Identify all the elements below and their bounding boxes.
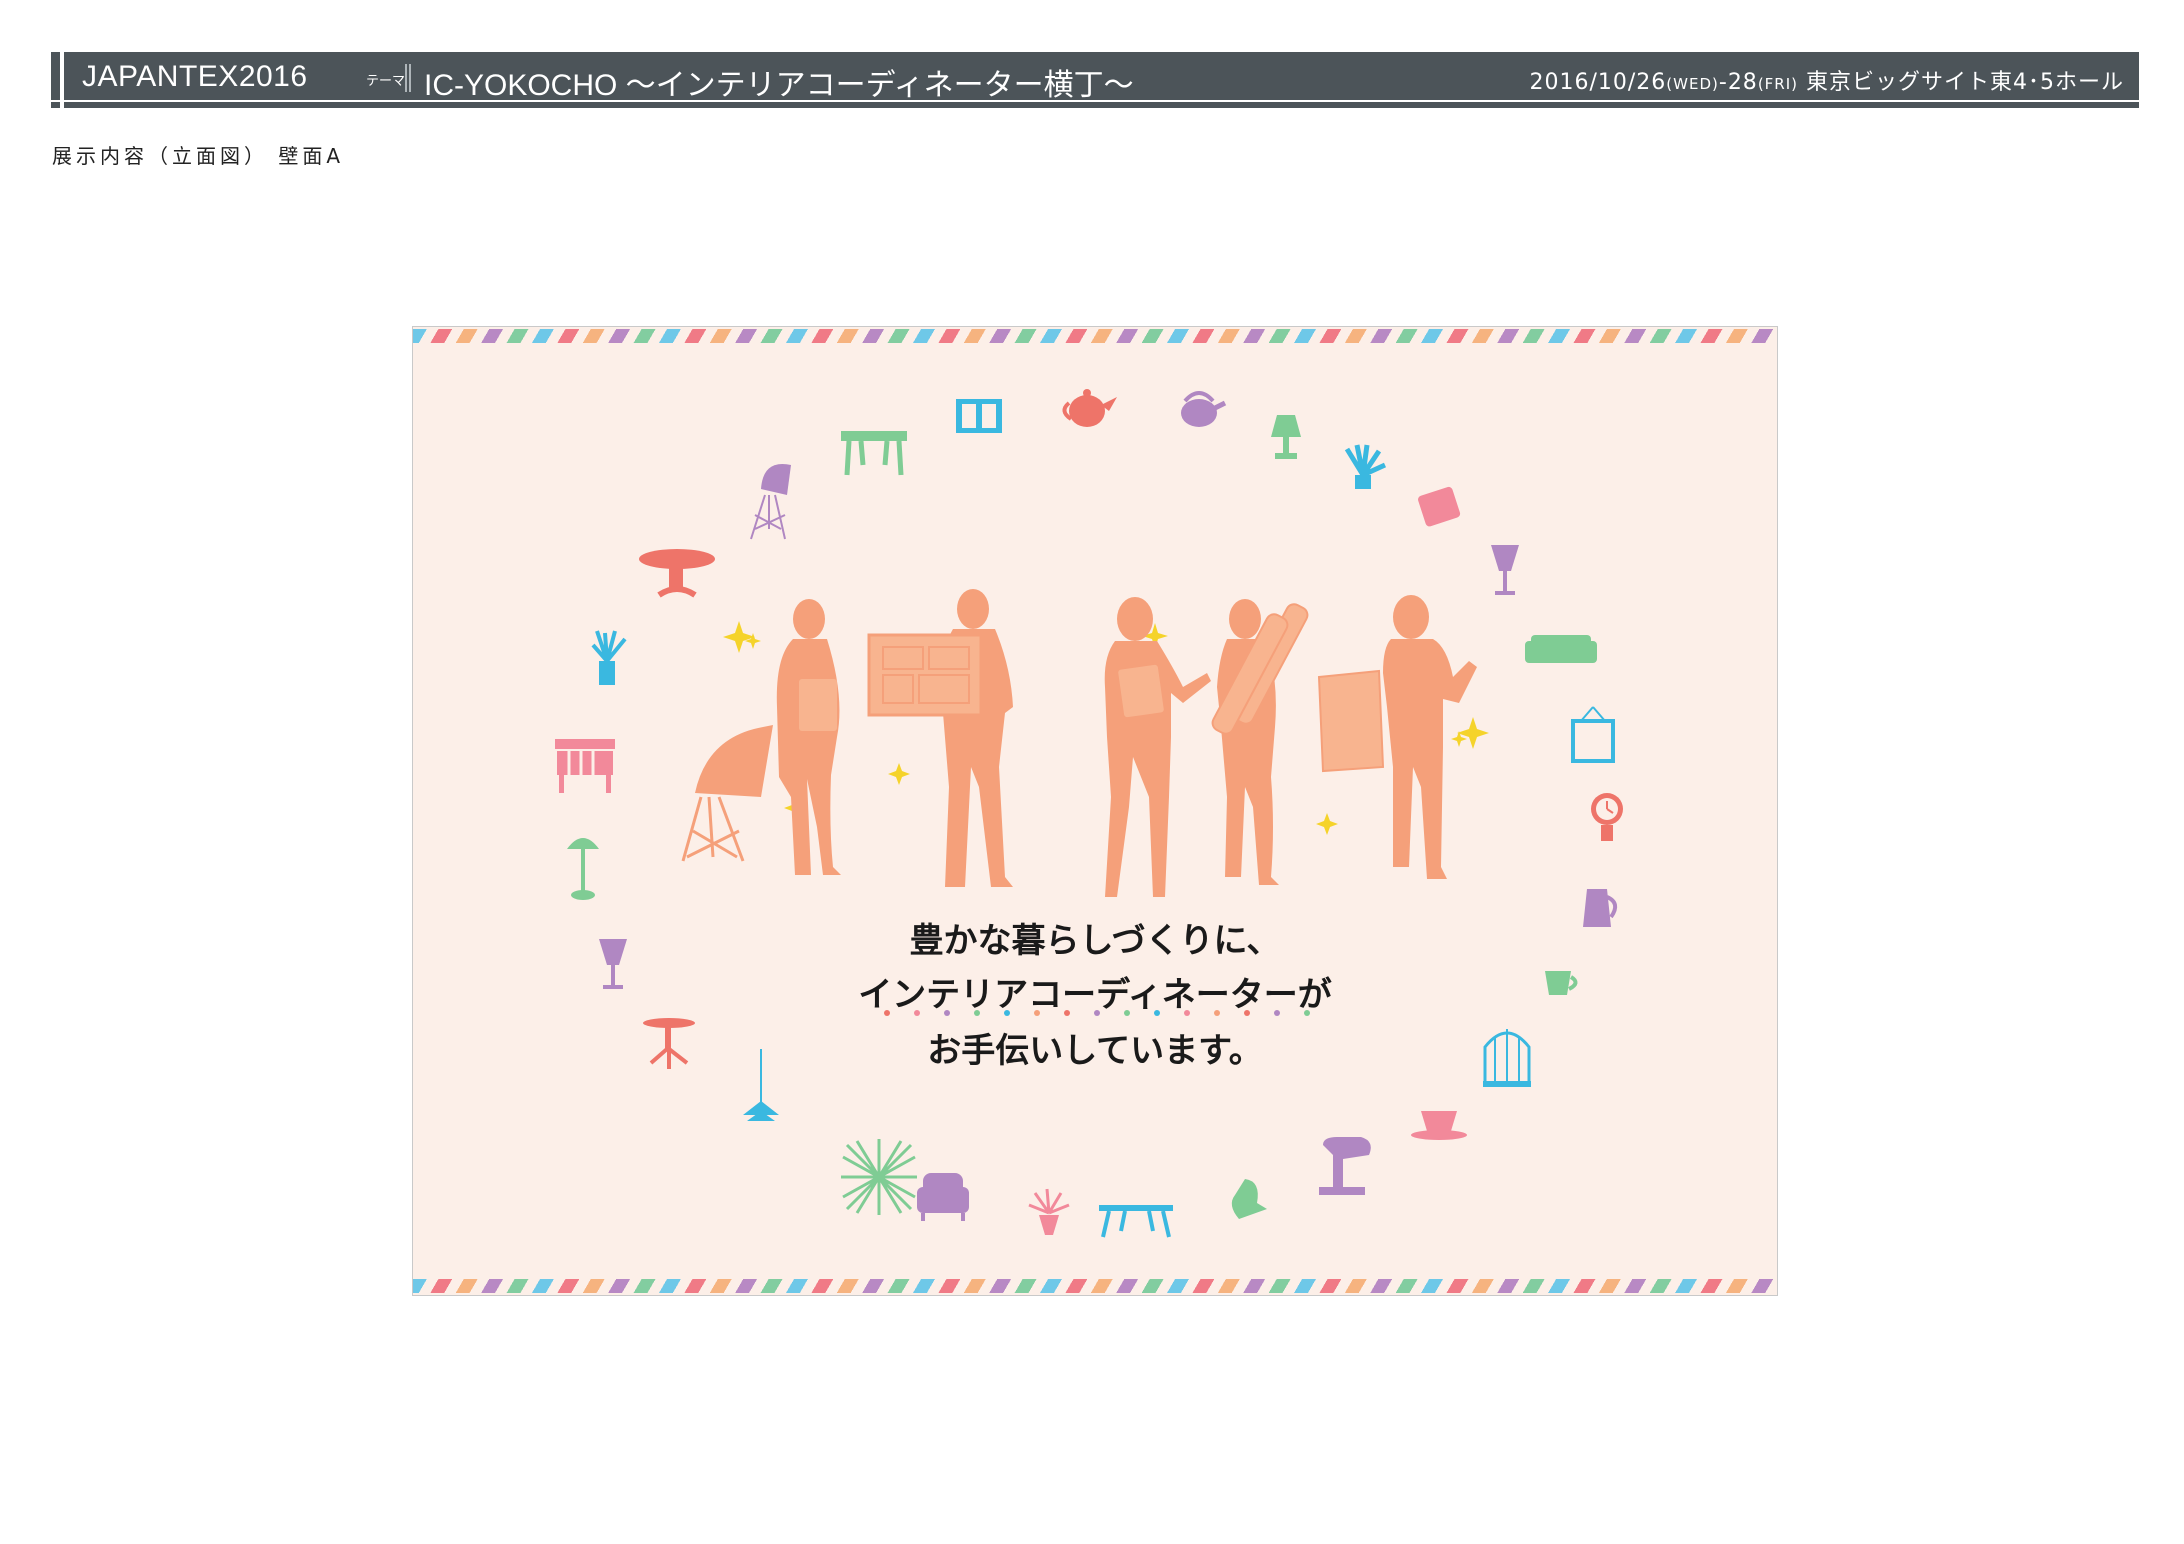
table-icon [841,431,907,476]
plant-icon [1344,444,1387,489]
plant-icon [591,630,627,685]
dresser-icon [555,739,615,793]
event-date: 2016/10/26(WED)-28(FRI) 東京ビッグサイト東4･5ホール [1529,64,2124,96]
event-title: JAPANTEX2016 [82,60,308,93]
table-icon [639,549,715,598]
wine-glass-icon [1491,545,1519,595]
message-line-3: お手伝いしています。 [927,1031,1263,1071]
wall-panel: 豊かな暮らしづくりに、 インテリアコーディネーターが お手伝いしています。 [412,326,1778,1296]
theme-separator [405,64,407,92]
shell-chair-icon [1231,1179,1267,1219]
lamp-icon [1271,415,1301,459]
header-mark [60,52,64,108]
teacup-icon [1411,1111,1467,1140]
venue: 東京ビッグサイト東4･5ホール [1806,70,2124,95]
theme-label: テーマ [366,74,406,89]
date-end-day: (FRI) [1757,75,1798,93]
window-icon [956,399,1002,433]
message-line-1: 豊かな暮らしづくりに、 [909,921,1281,961]
kettle-icon [1181,391,1227,427]
shell-chair-icon [695,725,773,797]
people-silhouettes [681,589,1477,897]
theme-separator [409,64,411,92]
plant-icon [1028,1188,1070,1235]
frame-icon [1571,706,1615,763]
teapot-icon [1062,389,1117,427]
sofa-icon [1525,635,1597,663]
starburst-icon [841,1139,917,1215]
date-start-day: (WED) [1666,75,1719,93]
mixer-icon [1319,1137,1371,1195]
clock-icon [1591,793,1623,841]
illustration [555,389,1623,1238]
chair-icon [750,464,791,540]
date-end: -28 [1718,70,1758,95]
lamp-icon [567,838,599,900]
message-line-2: インテリアコーディネーターが [858,975,1332,1015]
side-table-icon [1099,1205,1173,1238]
cushion-icon [1418,486,1461,527]
page-subtitle: 展示内容（立面図） 壁面A [52,144,345,168]
date-start: 2016/10/26 [1529,70,1667,95]
theme-title: IC-YOKOCHO ～インテリアコーディネーター横丁～ [424,69,1134,102]
armchair-icon [917,1173,969,1221]
